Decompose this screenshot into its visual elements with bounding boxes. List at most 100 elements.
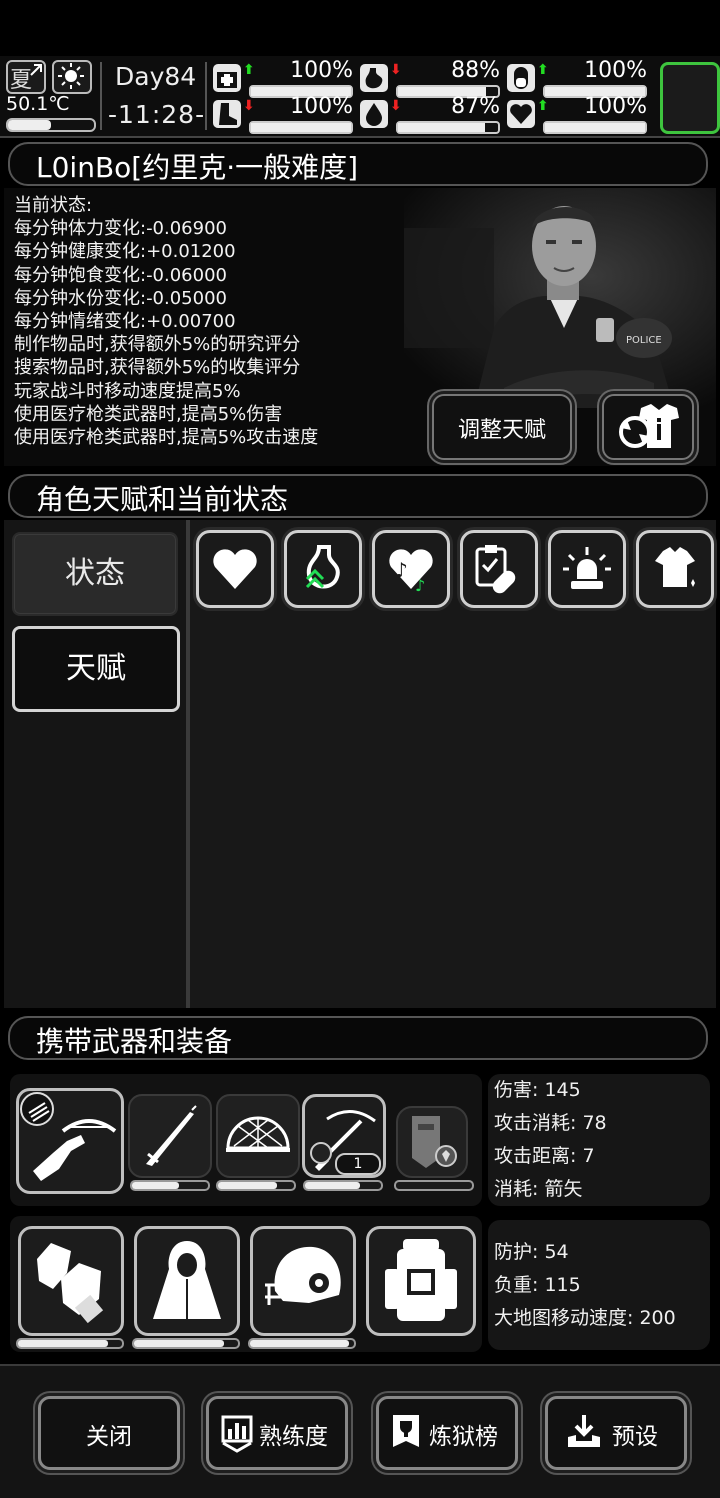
armor-slot-backpack[interactable] (366, 1226, 476, 1336)
talent-status-header: 角色天赋和当前状态 (8, 474, 708, 518)
svg-text:POLICE: POLICE (626, 335, 662, 346)
weapon-slot-crossbow[interactable]: 1 (302, 1094, 386, 1178)
status-line: 制作物品时,获得额外5%的研究评分 (14, 334, 301, 356)
change-outfit-button[interactable] (602, 394, 694, 460)
stat-thirst: ⬇ 87% (360, 94, 500, 134)
armor-slot-cloak[interactable] (134, 1226, 240, 1336)
tab-talent[interactable]: 天赋 (12, 626, 180, 712)
tab-status[interactable]: 状态 (12, 532, 178, 616)
durability-fill (134, 1340, 225, 1347)
talent-status-title: 角色天赋和当前状态 (36, 483, 289, 516)
stat-health: ⬆ 100% (213, 58, 353, 98)
stat-arrow-up-icon: ⬆ (243, 62, 255, 78)
stat-arrow-down-icon: ⬇ (390, 62, 402, 78)
weapon-slot-shield[interactable] (396, 1106, 468, 1178)
svg-text:♪: ♪ (415, 576, 425, 595)
backpack-icon (385, 1239, 457, 1321)
stat-value: 88% (451, 58, 500, 83)
durability-fill (218, 1182, 278, 1189)
heart-icon (213, 549, 257, 589)
temperature-bar (6, 118, 96, 132)
durability-bar (394, 1180, 474, 1191)
water-drop-icon (360, 100, 388, 128)
status-mood-button[interactable]: ♪ ♪ (372, 530, 450, 608)
proficiency-button[interactable]: 熟练度 (206, 1396, 348, 1470)
game-clock: -11:28- (108, 100, 206, 129)
durability-fill (250, 1340, 349, 1347)
weapon-slot-katana[interactable] (128, 1094, 212, 1178)
stat-value: 100% (290, 58, 353, 83)
stat-value: 100% (584, 58, 647, 83)
stat-hunger: ⬇ 88% (360, 58, 500, 98)
status-heart-button[interactable] (196, 530, 274, 608)
status-stomach-button[interactable] (284, 530, 362, 608)
status-line: 玩家战斗时移动速度提高5% (14, 380, 241, 402)
temperature-bar-fill (8, 120, 51, 130)
temperature-value: 50.1℃ (6, 93, 70, 115)
stat-arrow-up-icon: ⬆ (537, 98, 549, 114)
stat-mood: ⬆ 100% (507, 94, 647, 134)
armor-slot-gloves[interactable] (18, 1226, 124, 1336)
status-line: 使用医疗枪类武器时,提高5%攻击速度 (14, 427, 319, 449)
stat-value: 100% (584, 94, 647, 119)
download-tray-icon (568, 1415, 600, 1447)
character-panel: POLICE 当前状态: 每分钟体力变化:-0.06900 每分钟健康变化:+0… (4, 188, 716, 466)
armor-stats-panel: 防护: 54 负重: 115 大地图移动速度: 200 (488, 1220, 710, 1350)
quick-slot-button[interactable] (660, 62, 720, 134)
armor-stat-line: 大地图移动速度: 200 (494, 1307, 676, 1329)
ranking-button[interactable]: 炼狱榜 (376, 1396, 518, 1470)
status-line: 每分钟健康变化:+0.01200 (14, 241, 236, 263)
outfit-swap-icon (619, 404, 679, 448)
character-name: L0inBo[约里克·一般难度] (36, 151, 359, 184)
equipment-title: 携带武器和装备 (36, 1025, 233, 1058)
character-header: L0inBo[约里克·一般难度] (8, 142, 708, 186)
stat-bar (396, 121, 500, 134)
adjust-talent-label: 调整天赋 (457, 418, 546, 443)
music-heart-icon: ♪ ♪ (389, 549, 433, 595)
stomach-icon (360, 64, 388, 92)
armor-stat-line: 防护: 54 (494, 1241, 569, 1263)
weapon-slot-net[interactable] (216, 1094, 300, 1178)
stomach-up-icon (305, 545, 340, 589)
main-weapon-slot[interactable] (16, 1088, 124, 1194)
weapon-stat-line: 攻击消耗: 78 (494, 1112, 607, 1134)
weapon-stats-panel: 伤害: 145 攻击消耗: 78 攻击距离: 7 消耗: 箭矢 (488, 1074, 710, 1206)
close-label: 关闭 (86, 1424, 132, 1450)
preset-label: 预设 (612, 1424, 658, 1450)
status-line: 当前状态: (14, 195, 93, 216)
status-medical-button[interactable] (460, 530, 538, 608)
ranking-label: 炼狱榜 (429, 1424, 498, 1450)
stat-bar-fill (398, 123, 485, 132)
ammo-count-badge: 1 (335, 1153, 381, 1175)
status-clothing-button[interactable] (636, 530, 714, 608)
status-line: 每分钟水份变化:-0.05000 (14, 287, 227, 309)
riot-shield-icon (412, 1116, 457, 1168)
durability-bar (303, 1180, 383, 1191)
top-status-bar: 夏 50.1℃ Day84 -11:28- ⬆ 100% ⬇ 88% ⬆ 100… (0, 56, 720, 138)
svg-text:♪: ♪ (395, 558, 408, 582)
proficiency-label: 熟练度 (259, 1424, 328, 1450)
armor-slot-helmet[interactable] (250, 1226, 356, 1336)
stat-bar (543, 121, 647, 134)
adjust-talent-button[interactable]: 调整天赋 (432, 394, 572, 460)
preset-button[interactable]: 预设 (545, 1396, 687, 1470)
status-line: 使用医疗枪类武器时,提高5%伤害 (14, 403, 283, 425)
tab-column: 状态 天赋 (4, 520, 190, 1008)
weapon-stat-line: 伤害: 145 (494, 1079, 581, 1101)
capsule-icon (507, 64, 535, 92)
season-badge: 夏 (6, 60, 46, 94)
boot-icon (213, 100, 241, 128)
durability-fill (18, 1340, 109, 1347)
stat-value: 100% (290, 94, 353, 119)
character-portrait: POLICE (404, 188, 716, 408)
durability-fill (132, 1182, 180, 1189)
close-button[interactable]: 关闭 (38, 1396, 180, 1470)
football-helmet-icon (265, 1246, 341, 1305)
durability-bar (248, 1338, 356, 1349)
chart-badge-icon (221, 1415, 253, 1453)
durability-fill (305, 1182, 360, 1189)
crossbow-arm-icon (20, 1092, 117, 1181)
durability-bar (16, 1338, 124, 1349)
season-arrow-icon (30, 64, 42, 76)
status-alert-button[interactable] (548, 530, 626, 608)
